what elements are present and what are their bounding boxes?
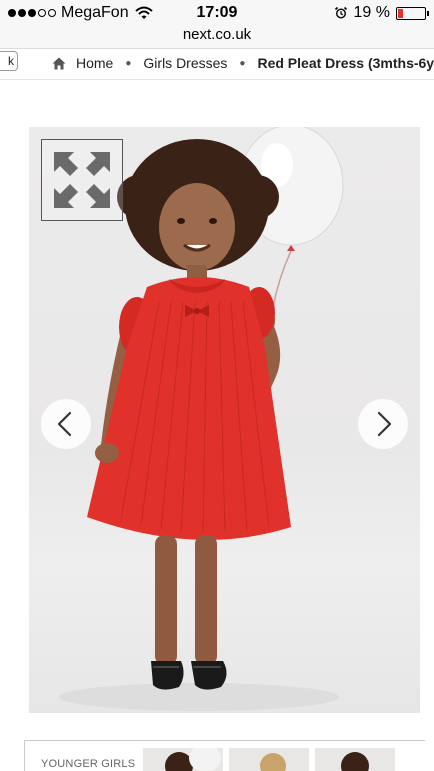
back-tab[interactable]: k (0, 51, 18, 71)
product-image-carousel[interactable] (29, 127, 420, 713)
battery-icon (396, 6, 429, 20)
breadcrumb: k Home ● Girls Dresses ● Red Pleat Dress… (0, 48, 434, 80)
recommendation-thumbnail[interactable] (315, 748, 395, 771)
address-bar[interactable]: next.co.uk (0, 26, 434, 48)
chevron-right-icon (377, 411, 392, 437)
recommendation-thumbnail[interactable] (229, 748, 309, 771)
status-right: 19 % (334, 4, 429, 22)
expand-arrows-icon (54, 152, 110, 208)
breadcrumb-home[interactable]: Home (76, 55, 113, 71)
chevron-left-icon (57, 411, 72, 437)
breadcrumb-row: Home ● Girls Dresses ● Red Pleat Dress (… (52, 55, 434, 71)
expand-image-button[interactable] (41, 139, 123, 221)
battery-level (398, 8, 403, 18)
home-icon[interactable] (52, 57, 66, 70)
breadcrumb-current: Red Pleat Dress (3mths-6yrs (257, 55, 434, 71)
breadcrumb-separator: ● (239, 57, 246, 69)
battery-percent: 19 % (353, 4, 390, 21)
breadcrumb-separator: ● (125, 57, 132, 69)
status-bar: MegaFon 17:09 19 % (0, 0, 434, 26)
url-domain[interactable]: next.co.uk (183, 26, 251, 43)
previous-image-button[interactable] (41, 399, 91, 449)
recommendations-label: YOUNGER GIRLS (41, 758, 136, 770)
recommendations-strip: YOUNGER GIRLS (24, 740, 425, 771)
alarm-icon (334, 6, 347, 19)
breadcrumb-girls-dresses[interactable]: Girls Dresses (143, 55, 227, 71)
next-image-button[interactable] (358, 399, 408, 449)
recommendation-thumbnail[interactable] (143, 748, 223, 771)
